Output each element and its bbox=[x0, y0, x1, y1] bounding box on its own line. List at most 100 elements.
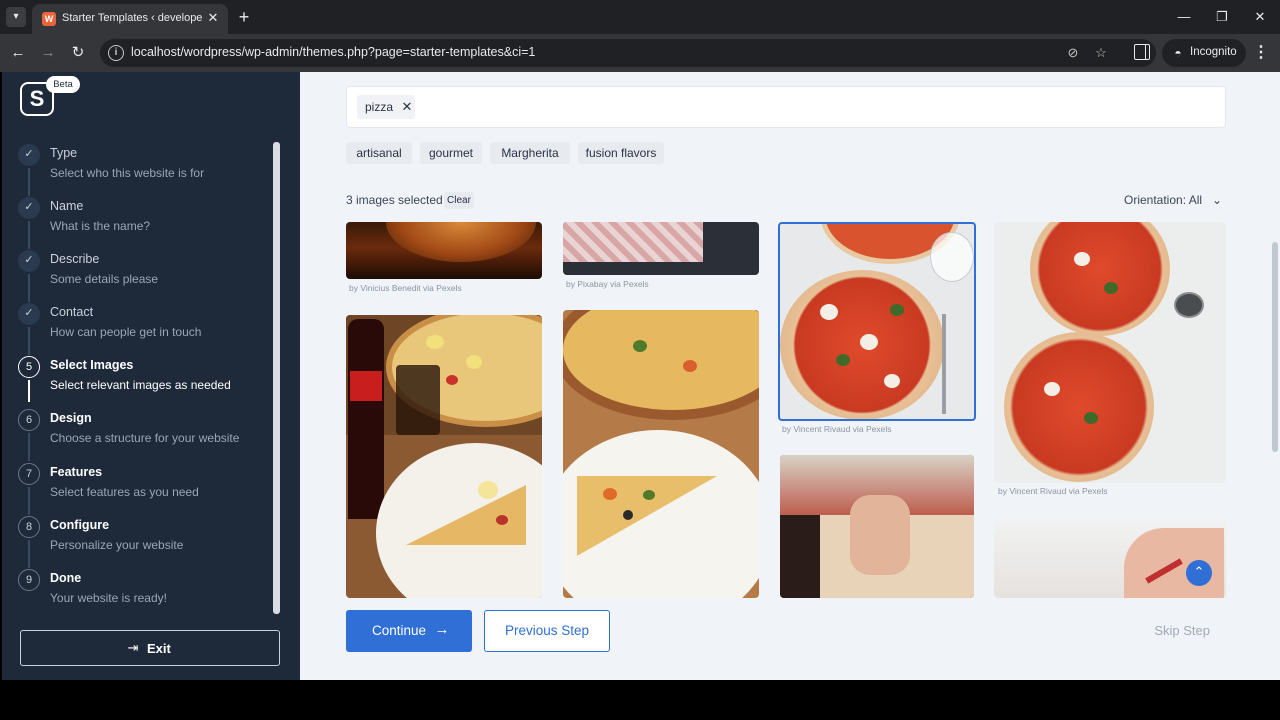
plus-icon[interactable]: + bbox=[234, 7, 254, 27]
image-content bbox=[426, 335, 444, 349]
step-title: Type bbox=[50, 146, 78, 160]
image-content bbox=[1104, 282, 1118, 294]
step-done[interactable]: 9 Done Your website is ready! bbox=[18, 569, 268, 622]
browser-tab-strip: ▾ W Starter Templates ‹ developercr ✕ + … bbox=[0, 0, 1280, 34]
image-content bbox=[1004, 332, 1154, 482]
step-description: Your website is ready! bbox=[50, 591, 167, 605]
step-description: How can people get in touch bbox=[50, 325, 202, 339]
image-card-selected[interactable] bbox=[778, 222, 976, 421]
image-content bbox=[563, 310, 759, 420]
step-connector bbox=[28, 380, 30, 402]
back-icon[interactable]: ← bbox=[7, 42, 29, 64]
image-content bbox=[780, 515, 820, 598]
step-contact[interactable]: ✓ Contact How can people get in touch bbox=[18, 303, 268, 356]
star-icon[interactable]: ☆ bbox=[1092, 44, 1110, 62]
image-content bbox=[406, 485, 526, 545]
clear-selection-button[interactable]: Clear bbox=[444, 192, 474, 209]
check-icon: ✓ bbox=[18, 250, 40, 272]
exit-button[interactable]: ⇥ Exit bbox=[20, 630, 280, 666]
image-content bbox=[496, 515, 508, 525]
image-content bbox=[683, 360, 697, 372]
step-number: 7 bbox=[18, 463, 40, 485]
close-icon[interactable]: ✕ bbox=[401, 99, 413, 115]
image-content bbox=[577, 476, 717, 556]
image-content bbox=[633, 340, 647, 352]
image-card[interactable] bbox=[780, 455, 974, 598]
screen-bottom bbox=[0, 680, 1280, 720]
image-content bbox=[930, 232, 974, 282]
suggestion-chip[interactable]: gourmet bbox=[420, 142, 482, 164]
more-icon[interactable]: ⋮ bbox=[1252, 42, 1270, 64]
step-title: Done bbox=[50, 571, 82, 585]
chevron-down-icon[interactable]: ⌄ bbox=[1210, 190, 1224, 210]
step-number: 9 bbox=[18, 569, 40, 591]
wizard-sidebar: S Beta ✓ Type Select who this website is… bbox=[2, 72, 300, 680]
image-content bbox=[446, 375, 458, 385]
restore-icon[interactable]: ❐ bbox=[1210, 7, 1234, 27]
step-connector bbox=[28, 221, 30, 249]
image-content bbox=[942, 314, 946, 414]
image-content bbox=[603, 488, 617, 500]
image-credit: by Pixabay via Pexels bbox=[566, 279, 649, 289]
main-scrollbar[interactable] bbox=[1270, 72, 1280, 680]
check-icon: ✓ bbox=[18, 303, 40, 325]
image-card[interactable] bbox=[994, 222, 1226, 483]
arrow-up-icon[interactable]: ⌃ bbox=[1186, 560, 1212, 586]
step-design[interactable]: 6 Design Choose a structure for your web… bbox=[18, 409, 268, 462]
search-keyword-tag: pizza ✕ bbox=[357, 95, 415, 119]
step-description: Personalize your website bbox=[50, 538, 184, 552]
image-content bbox=[643, 490, 655, 500]
image-credit: by Vincent Rivaud via Pexels bbox=[998, 486, 1108, 496]
step-type[interactable]: ✓ Type Select who this website is for bbox=[18, 144, 268, 197]
suggestion-chip[interactable]: Margherita bbox=[490, 142, 570, 164]
step-title: Design bbox=[50, 411, 92, 425]
suggestion-chip[interactable]: artisanal bbox=[346, 142, 412, 164]
site-info-icon[interactable]: i bbox=[108, 45, 124, 61]
forward-icon[interactable]: → bbox=[37, 42, 59, 64]
image-content bbox=[386, 222, 536, 262]
step-title: Name bbox=[50, 199, 84, 213]
image-card[interactable] bbox=[346, 222, 542, 279]
step-title: Configure bbox=[50, 518, 110, 532]
step-title: Describe bbox=[50, 252, 100, 266]
image-card[interactable] bbox=[994, 518, 1226, 598]
side-panel-icon[interactable] bbox=[1134, 44, 1150, 60]
step-select-images[interactable]: 5 Select Images Select relevant images a… bbox=[18, 356, 268, 409]
image-search-input[interactable]: pizza ✕ bbox=[346, 86, 1226, 128]
continue-label: Continue bbox=[372, 623, 427, 638]
step-describe[interactable]: ✓ Describe Some details please bbox=[18, 250, 268, 303]
incognito-badge[interactable]: ◓ Incognito bbox=[1162, 39, 1246, 67]
tab-list-icon[interactable]: ▾ bbox=[6, 7, 26, 27]
search-keyword-label: pizza bbox=[365, 100, 394, 114]
reload-icon[interactable]: ↻ bbox=[67, 42, 89, 64]
browser-toolbar: ← → ↻ i localhost/wordpress/wp-admin/the… bbox=[0, 34, 1280, 72]
image-content bbox=[350, 371, 382, 401]
image-card[interactable] bbox=[346, 315, 542, 598]
step-connector bbox=[28, 168, 30, 196]
url-text[interactable]: localhost/wordpress/wp-admin/themes.php?… bbox=[131, 45, 931, 61]
close-icon[interactable]: ✕ bbox=[206, 10, 220, 26]
minimize-icon[interactable]: — bbox=[1172, 7, 1196, 27]
eye-off-icon[interactable]: ⊘ bbox=[1064, 44, 1082, 62]
orientation-filter[interactable]: Orientation: All bbox=[1124, 193, 1224, 209]
step-title: Select Images bbox=[50, 358, 134, 372]
scrollbar-thumb[interactable] bbox=[1272, 242, 1278, 452]
previous-step-button[interactable]: Previous Step bbox=[484, 610, 610, 652]
suggestion-chip[interactable]: fusion flavors bbox=[578, 142, 664, 164]
image-content bbox=[1074, 252, 1090, 266]
window-close-icon[interactable]: ✕ bbox=[1248, 7, 1272, 27]
check-icon: ✓ bbox=[18, 197, 40, 219]
image-gallery: by Vinicius Benedit via Pexels by Pixaba… bbox=[300, 222, 1270, 598]
continue-button[interactable]: Continue → bbox=[346, 610, 472, 652]
image-content bbox=[884, 374, 900, 388]
step-name[interactable]: ✓ Name What is the name? bbox=[18, 197, 268, 250]
step-title: Contact bbox=[50, 305, 94, 319]
address-bar[interactable]: i localhost/wordpress/wp-admin/themes.ph… bbox=[100, 39, 1156, 67]
browser-tab[interactable]: W Starter Templates ‹ developercr ✕ bbox=[32, 4, 228, 34]
step-configure[interactable]: 8 Configure Personalize your website bbox=[18, 516, 268, 569]
image-card[interactable] bbox=[563, 310, 759, 598]
step-number: 6 bbox=[18, 409, 40, 431]
image-card[interactable] bbox=[563, 222, 759, 275]
step-features[interactable]: 7 Features Select features as you need bbox=[18, 463, 268, 516]
skip-step-button[interactable]: Skip Step bbox=[1148, 623, 1210, 639]
